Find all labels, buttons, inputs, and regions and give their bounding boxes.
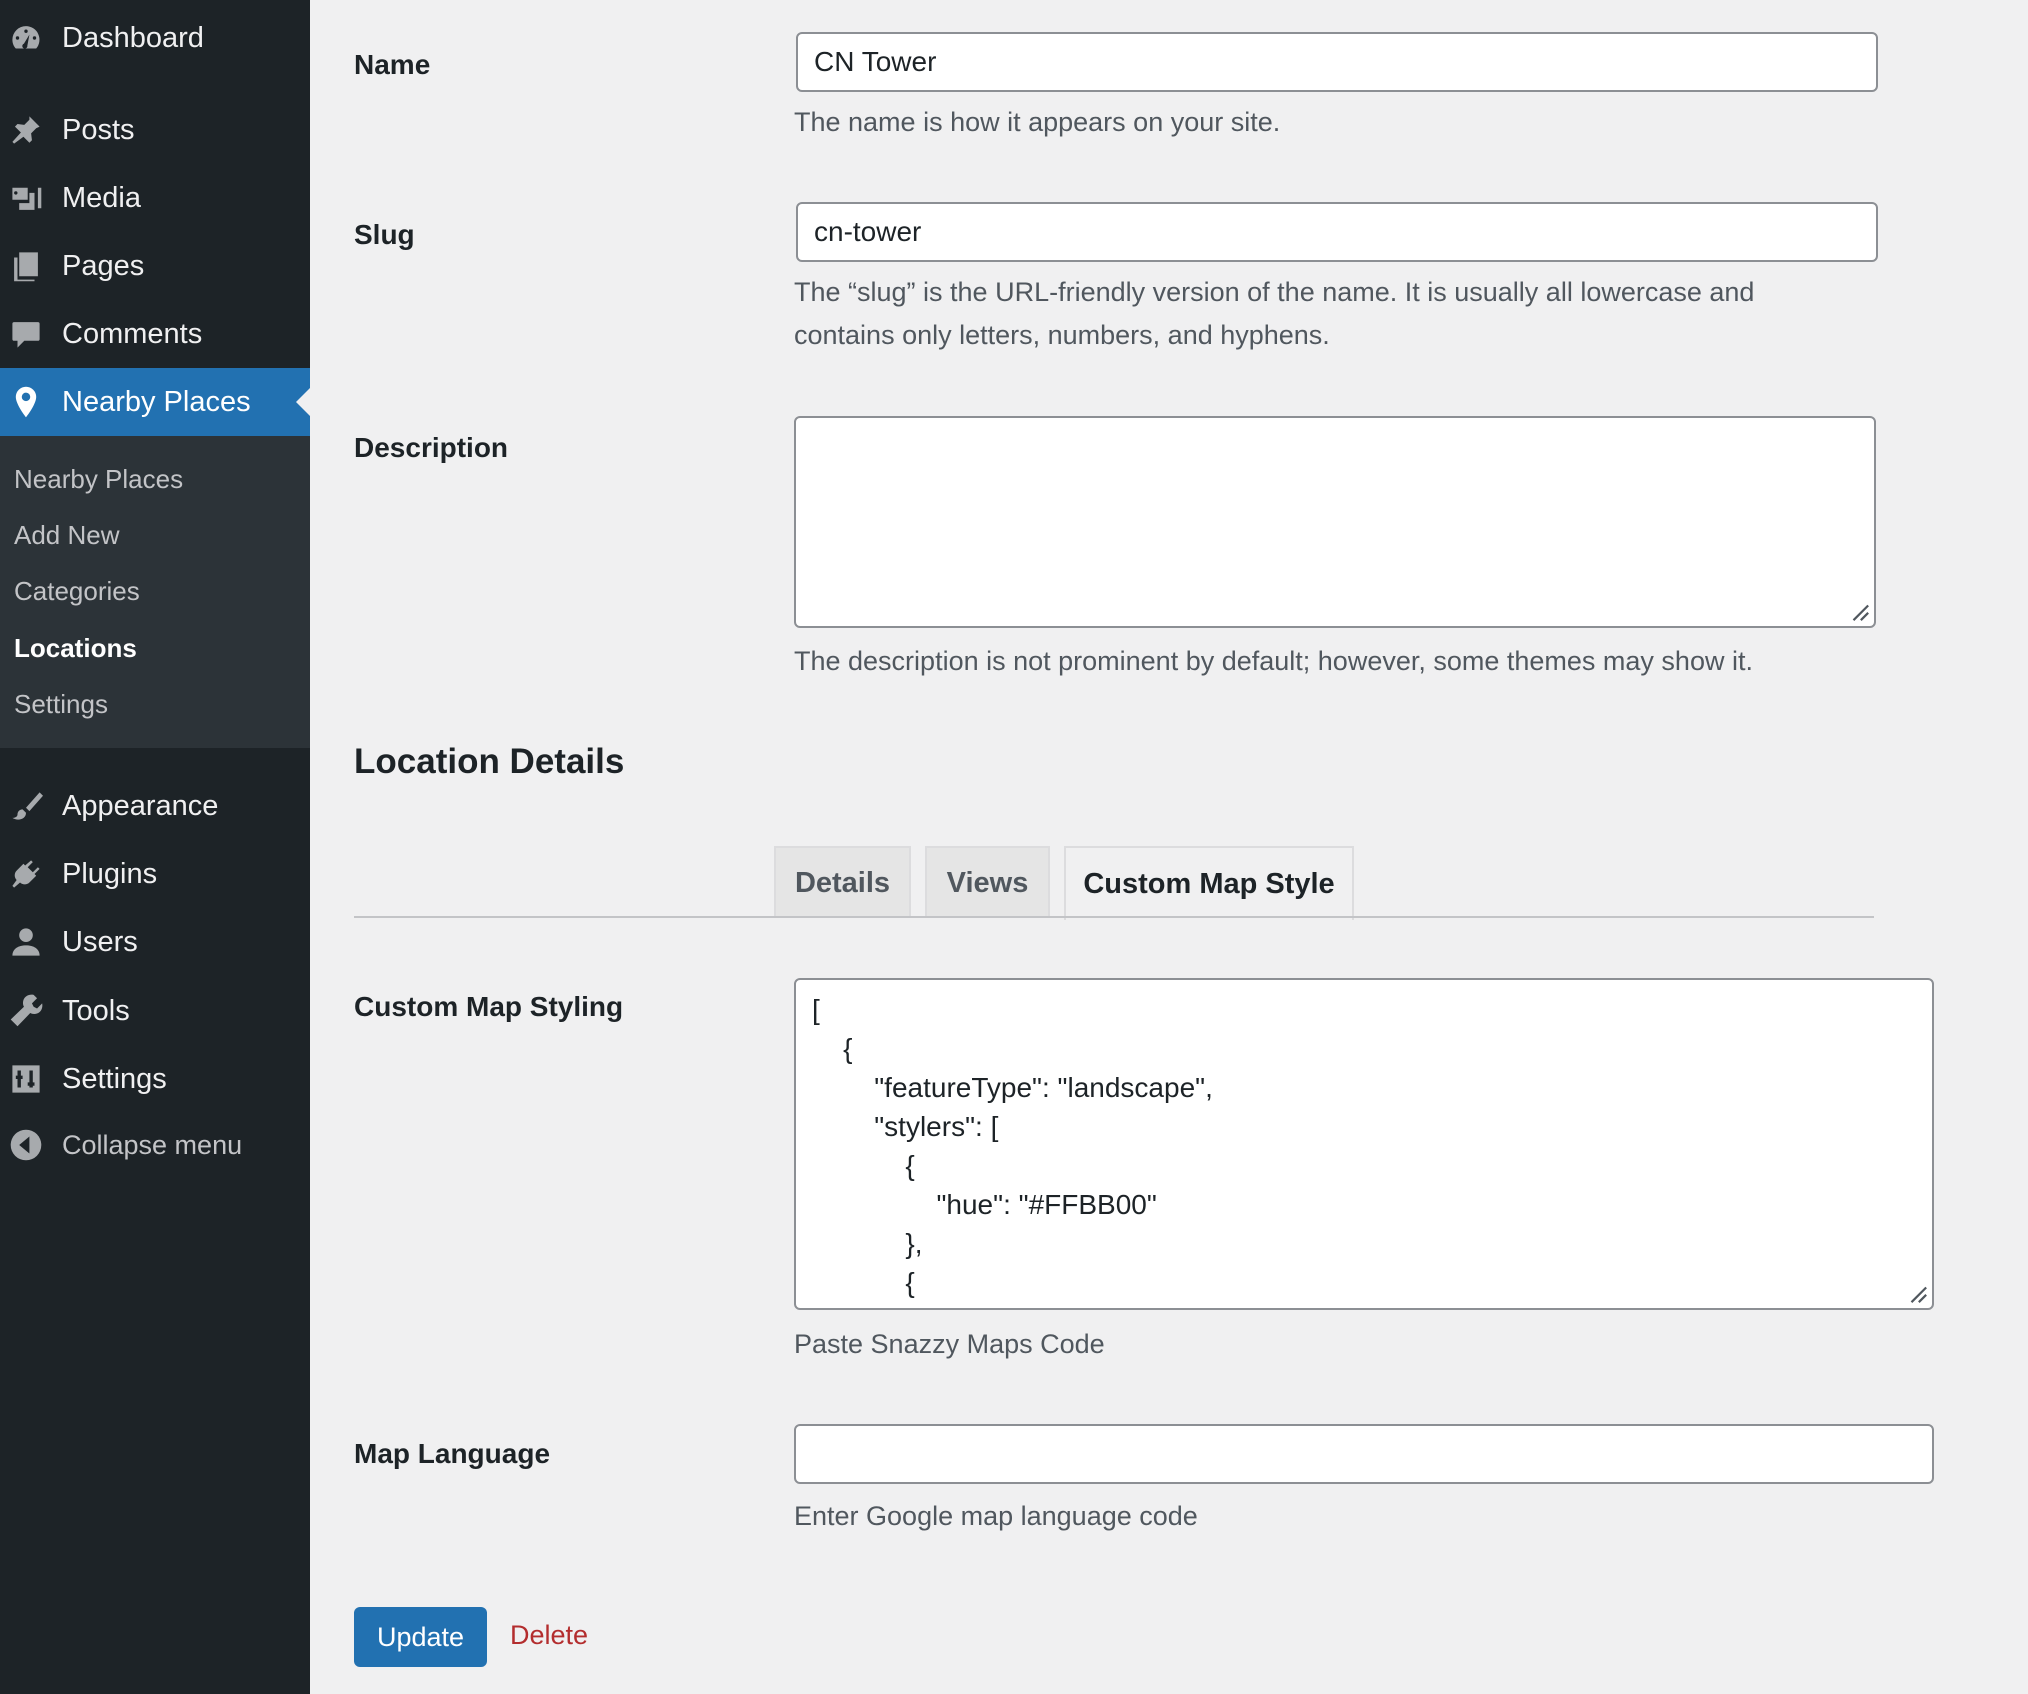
collapse-arrow-icon: [8, 1127, 44, 1163]
description-textarea[interactable]: [794, 416, 1876, 628]
code-line: {: [812, 1150, 915, 1181]
map-language-label: Map Language: [354, 1438, 551, 1469]
map-language-input[interactable]: [794, 1424, 1934, 1484]
tab-label: Views: [946, 866, 1029, 899]
custom-map-styling-label: Custom Map Styling: [354, 991, 624, 1022]
menu-label: Collapse menu: [62, 1129, 243, 1160]
map-language-help: Enter Google map language code: [794, 1501, 1198, 1531]
menu-label: Dashboard: [62, 21, 204, 54]
custom-map-styling-help: Paste Snazzy Maps Code: [794, 1329, 1105, 1359]
tab-label: Details: [794, 866, 891, 899]
resize-grip-icon[interactable]: [1848, 600, 1870, 622]
location-details-heading: Location Details: [354, 742, 625, 781]
name-label: Name: [354, 49, 431, 80]
menu-item-plugins[interactable]: Plugins: [0, 840, 310, 908]
menu-item-dashboard[interactable]: Dashboard: [0, 4, 310, 72]
update-button[interactable]: Update: [354, 1607, 487, 1667]
delete-link[interactable]: Delete: [510, 1620, 588, 1651]
code-line: },: [812, 1228, 923, 1259]
submenu-item-categories[interactable]: Categories: [14, 576, 140, 607]
menu-label: Pages: [62, 249, 145, 282]
location-pin-icon: [8, 384, 44, 420]
name-help: The name is how it appears on your site.: [794, 107, 1281, 137]
tab-custom-map-style[interactable]: Custom Map Style: [1064, 846, 1354, 920]
tab-views[interactable]: Views: [925, 846, 1050, 918]
menu-item-media[interactable]: Media: [0, 164, 310, 232]
custom-map-styling-textarea[interactable]: [ { "featureType": "landscape", "stylers…: [794, 978, 1934, 1310]
code-line: {: [812, 1033, 853, 1064]
submenu-item-settings[interactable]: Settings: [14, 689, 108, 720]
menu-label: Media: [62, 181, 141, 214]
slug-help-line-2: contains only letters, numbers, and hyph…: [794, 320, 1330, 350]
tab-details[interactable]: Details: [774, 846, 911, 918]
brush-icon: [8, 788, 44, 824]
resize-grip-icon[interactable]: [1906, 1282, 1928, 1304]
update-button-label: Update: [376, 1621, 465, 1652]
nearby-places-submenu: Nearby Places Add New Categories Locatio…: [0, 436, 310, 748]
menu-label: Appearance: [62, 789, 219, 822]
menu-label: Comments: [62, 317, 203, 350]
menu-item-users[interactable]: Users: [0, 908, 310, 976]
menu-item-appearance[interactable]: Appearance: [0, 772, 310, 840]
menu-item-nearby-places[interactable]: Nearby Places: [0, 368, 310, 436]
admin-sidebar: Dashboard Posts Media Pages Comments Nea…: [0, 0, 310, 1694]
dashboard-icon: [8, 20, 44, 56]
code-line: "hue": "#FFBB00": [812, 1189, 1157, 1220]
menu-item-pages[interactable]: Pages: [0, 232, 310, 300]
slug-help-line-1: The “slug” is the URL-friendly version o…: [794, 277, 1755, 307]
menu-item-posts[interactable]: Posts: [0, 96, 310, 164]
submenu-item-locations[interactable]: Locations: [14, 633, 137, 664]
slug-input-value: cn-tower: [814, 216, 922, 247]
tab-divider: [354, 916, 1874, 918]
tab-label: Custom Map Style: [1083, 867, 1335, 900]
code-line: "stylers": [: [812, 1111, 999, 1142]
menu-item-tools[interactable]: Tools: [0, 977, 310, 1045]
submenu-item-add-new[interactable]: Add New: [14, 520, 120, 551]
wrench-icon: [8, 993, 44, 1029]
menu-item-settings[interactable]: Settings: [0, 1045, 310, 1113]
code-line: "featureType": "landscape",: [812, 1072, 1213, 1103]
menu-item-comments[interactable]: Comments: [0, 300, 310, 368]
submenu-item-nearby-places[interactable]: Nearby Places: [14, 464, 183, 495]
slug-label: Slug: [354, 219, 415, 250]
pin-icon: [8, 112, 44, 148]
sliders-icon: [8, 1061, 44, 1097]
menu-label: Nearby Places: [62, 385, 251, 418]
collapse-menu-button[interactable]: Collapse menu: [0, 1111, 310, 1179]
code-line: {: [812, 1267, 915, 1298]
menu-label: Posts: [62, 113, 135, 146]
name-input-value: CN Tower: [814, 46, 937, 77]
menu-label: Tools: [62, 994, 130, 1027]
menu-label: Users: [62, 925, 138, 958]
menu-label: Plugins: [62, 857, 158, 890]
name-input[interactable]: CN Tower: [796, 32, 1878, 92]
description-help: The description is not prominent by defa…: [794, 646, 1753, 676]
plug-icon: [8, 856, 44, 892]
comment-icon: [8, 316, 44, 352]
code-line: [: [812, 994, 820, 1025]
user-icon: [8, 924, 44, 960]
slug-input[interactable]: cn-tower: [796, 202, 1878, 262]
description-label: Description: [354, 432, 509, 463]
menu-label: Settings: [62, 1062, 167, 1095]
pages-icon: [8, 248, 44, 284]
media-icon: [8, 180, 44, 216]
